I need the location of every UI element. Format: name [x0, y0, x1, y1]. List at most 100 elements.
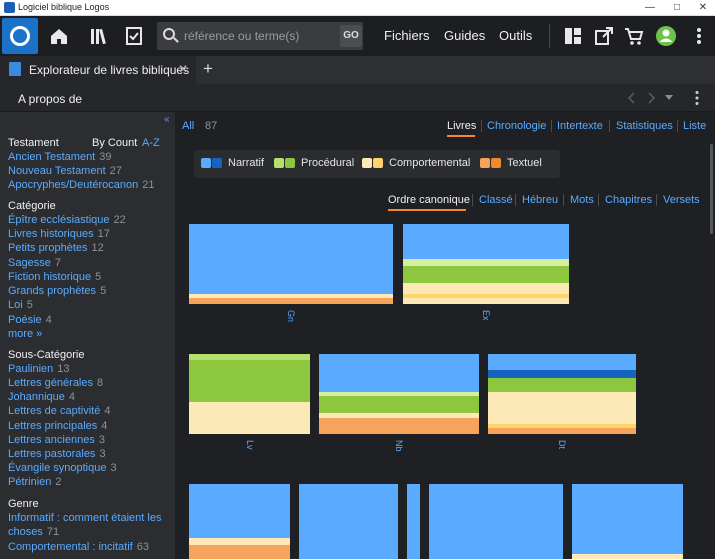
book-tile-dt[interactable]: [488, 354, 636, 434]
book-tile-ex[interactable]: [403, 224, 569, 304]
filter-nouveau-testament[interactable]: Nouveau Testament 27: [8, 165, 122, 177]
about-link[interactable]: A propos de: [18, 92, 82, 106]
book-label[interactable]: Ex: [481, 310, 491, 321]
book-tile-nb[interactable]: [319, 354, 479, 434]
nav-outils[interactable]: Outils: [499, 28, 532, 43]
filter-lettres-anciennes[interactable]: Lettres anciennes 3: [8, 434, 105, 446]
book-tile-gn[interactable]: [189, 224, 393, 304]
tab-explorateur[interactable]: Explorateur de livres bibliques ✕: [0, 56, 196, 84]
genre-segment: [319, 395, 479, 414]
sort-by-count[interactable]: By Count: [92, 137, 137, 149]
view-tab-intertexte[interactable]: Intertexte: [557, 120, 603, 132]
avatar-icon[interactable]: [655, 25, 677, 47]
home-icon[interactable]: [48, 25, 70, 47]
panel-menu-icon[interactable]: [694, 90, 700, 106]
filter-count: 7: [54, 257, 61, 269]
filter-label: Lettres de captivité: [8, 405, 101, 417]
active-view-underline: [447, 135, 475, 137]
filter-poesie[interactable]: Poésie 4: [8, 314, 52, 326]
filter-loi[interactable]: Loi 5: [8, 299, 33, 311]
legend-swatch: [491, 158, 501, 168]
view-tab-livres[interactable]: Livres: [447, 120, 476, 132]
go-button[interactable]: GO: [340, 25, 362, 47]
filter-petrinien[interactable]: Pétrinien 2: [8, 476, 62, 488]
filter-grands-prophetes[interactable]: Grands prophètes 5: [8, 285, 106, 297]
filter-petits-prophetes[interactable]: Petits prophètes 12: [8, 242, 104, 254]
filter-sagesse[interactable]: Sagesse 7: [8, 257, 61, 269]
book-tile[interactable]: [189, 484, 290, 559]
nav-guides[interactable]: Guides: [444, 28, 485, 43]
panel-undock-icon[interactable]: [593, 25, 615, 47]
filter-genre-comportemental[interactable]: Comportemental : incitatif 63: [8, 541, 149, 553]
filter-paulinien[interactable]: Paulinien 13: [8, 363, 70, 375]
vertical-scrollbar[interactable]: [710, 144, 713, 234]
filter-livres-historiques[interactable]: Livres historiques 17: [8, 228, 110, 240]
more-categories-link[interactable]: more »: [8, 328, 42, 340]
sort-az[interactable]: A-Z: [142, 137, 160, 149]
sort-classe[interactable]: Classé: [479, 194, 513, 206]
book-tile[interactable]: [299, 484, 398, 559]
sort-ordre-canonique[interactable]: Ordre canonique: [388, 194, 470, 206]
filter-genre-informatif-line2[interactable]: choses 71: [8, 526, 59, 538]
filter-count: 3: [99, 448, 106, 460]
book-label[interactable]: Lv: [245, 440, 255, 450]
filter-all-link[interactable]: All: [182, 120, 194, 132]
collapse-sidebar-icon[interactable]: «: [164, 114, 170, 125]
filter-evangile-synoptique[interactable]: Évangile synoptique 3: [8, 462, 117, 474]
view-tab-liste[interactable]: Liste: [683, 120, 706, 132]
more-icon[interactable]: [688, 25, 710, 47]
filter-apocryphes[interactable]: Apocryphes/Deutérocanon 21: [8, 179, 155, 191]
cart-icon[interactable]: [623, 25, 645, 47]
view-separator: [481, 120, 482, 132]
legend-textuel[interactable]: Textuel: [507, 157, 542, 169]
book-label[interactable]: Gn: [286, 310, 296, 322]
legend-swatch: [212, 158, 222, 168]
add-tab-button[interactable]: +: [203, 59, 213, 79]
back-icon[interactable]: [627, 92, 637, 104]
legend-procedural[interactable]: Procédural: [301, 157, 354, 169]
filter-count: 22: [113, 214, 126, 226]
layout-icon[interactable]: [562, 25, 584, 47]
filter-genre-informatif[interactable]: Informatif : comment étaient les: [8, 512, 161, 524]
sort-versets[interactable]: Versets: [663, 194, 700, 206]
sort-hebreu[interactable]: Hébreu: [522, 194, 558, 206]
filter-lettres-generales[interactable]: Lettres générales 8: [8, 377, 103, 389]
nav-fichiers[interactable]: Fichiers: [384, 28, 430, 43]
filter-count: 4: [101, 420, 108, 432]
book-tile[interactable]: [572, 484, 683, 559]
book-tile[interactable]: [407, 484, 420, 559]
filter-lettres-de-captivite[interactable]: Lettres de captivité 4: [8, 405, 110, 417]
legend-comportemental[interactable]: Comportemental: [389, 157, 470, 169]
library-icon[interactable]: [88, 25, 110, 47]
filter-ancien-testament[interactable]: Ancien Testament 39: [8, 151, 112, 163]
book-label[interactable]: Nb: [394, 440, 404, 452]
filter-fiction-historique[interactable]: Fiction historique 5: [8, 271, 101, 283]
sort-chapitres[interactable]: Chapitres: [605, 194, 652, 206]
book-tile-lv[interactable]: [189, 354, 310, 434]
logos-home-button[interactable]: [2, 18, 38, 54]
view-tab-chronologie[interactable]: Chronologie: [487, 120, 546, 132]
legend-narratif[interactable]: Narratif: [228, 157, 264, 169]
filter-lettres-principales[interactable]: Lettres principales 4: [8, 420, 107, 432]
close-tab-icon[interactable]: ✕: [178, 62, 188, 76]
legend-swatch: [373, 158, 383, 168]
logos-logo-icon: [10, 26, 30, 46]
genre-segment: [189, 360, 310, 402]
genre-segment: [189, 224, 393, 295]
book-label[interactable]: Dt: [557, 440, 567, 449]
minimize-button[interactable]: —: [637, 0, 663, 16]
filter-johannique[interactable]: Johannique 4: [8, 391, 75, 403]
search-input[interactable]: [184, 22, 334, 50]
checklist-icon[interactable]: [123, 25, 145, 47]
close-window-button[interactable]: ✕: [690, 0, 715, 16]
history-dropdown-icon[interactable]: [665, 95, 673, 101]
maximize-button[interactable]: □: [664, 0, 690, 16]
search-box[interactable]: GO: [157, 22, 363, 50]
forward-icon[interactable]: [646, 92, 656, 104]
filter-count: 4: [68, 391, 76, 403]
sort-mots[interactable]: Mots: [570, 194, 594, 206]
filter-lettres-pastorales[interactable]: Lettres pastorales 3: [8, 448, 106, 460]
filter-epitre-ecclesiastique[interactable]: Épître ecclésiastique 22: [8, 214, 126, 226]
view-tab-statistiques[interactable]: Statistiques: [616, 120, 673, 132]
book-tile[interactable]: [429, 484, 563, 559]
